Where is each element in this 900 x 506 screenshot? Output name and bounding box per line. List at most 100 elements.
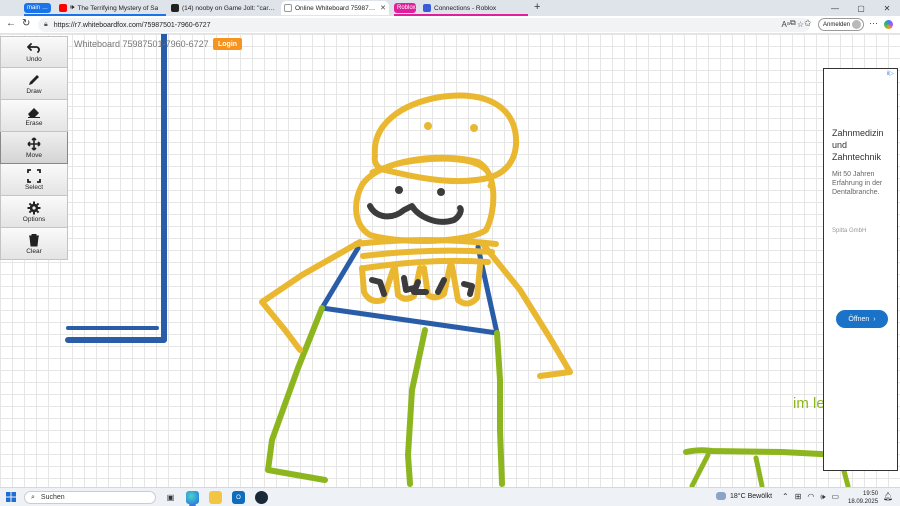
clear-button[interactable]: Clear (0, 228, 68, 260)
right-eye-dot (437, 188, 445, 196)
taskbar-search[interactable]: ⌕ Suchen (24, 491, 156, 504)
tab-youtube[interactable]: 🕪 The Terrifying Mystery of Sa (56, 1, 166, 15)
tab-label: (14) nooby on Game Jolt: "carele (182, 4, 275, 12)
task-view-icon[interactable]: ▣ (164, 491, 177, 504)
right-leg-stroke (494, 330, 505, 487)
clock-date: 18.09.2025 (848, 499, 879, 505)
close-tab-icon[interactable]: ✕ (377, 4, 386, 12)
chevron-right-icon: › (873, 315, 876, 323)
canvas-text: im le (793, 395, 825, 412)
outlook-icon[interactable]: O (232, 491, 245, 504)
ad-choices-icon[interactable]: ⅱ▷ (887, 70, 894, 77)
maximize-icon[interactable]: ▢ (848, 0, 874, 16)
tab-group-main[interactable]: main… (24, 3, 51, 13)
tool-panel: Undo Draw Erase Move Select Options Clea… (0, 36, 68, 260)
pencil-icon (29, 74, 39, 85)
windows-start-icon[interactable] (6, 492, 16, 502)
undo-button[interactable]: Undo (0, 36, 68, 68)
tab-group-label: Roblox (397, 5, 416, 11)
address-bar[interactable]: 🔒︎ https://r7.whiteboardfox.com/75987501… (38, 18, 810, 32)
tool-label: Erase (25, 119, 43, 127)
move-icon (27, 136, 41, 151)
tab-whiteboard[interactable]: Online Whiteboard 75987501-79 ✕ (281, 1, 389, 15)
gamejolt-icon (171, 4, 179, 12)
ad-banner[interactable]: ⅱ▷ Zahnmedizin und Zahntechnik Mit 50 Ja… (823, 68, 898, 471)
window-controls: — ▢ ✕ (822, 0, 900, 16)
right-arm-stroke (479, 240, 573, 379)
draw-button[interactable]: Draw (0, 68, 68, 100)
roblox-icon (423, 4, 431, 12)
minimize-icon[interactable]: — (822, 0, 848, 16)
search-label: Suchen (40, 494, 65, 501)
taskbar: ⌕ Suchen ▣ O 18°C Bewölkt ⌃ ⊞ ◠ 🕪 ▭ 19:5… (0, 487, 900, 506)
favorite-star-icon[interactable]: ☆ (797, 20, 804, 29)
tool-label: Draw (26, 87, 42, 95)
blue-frame-stroke (65, 34, 167, 343)
hat-dot-right (470, 124, 478, 132)
ad-body: Mit 50 Jahren Erfahrung in der Dentalbra… (832, 171, 883, 196)
mustache-stroke (367, 203, 464, 225)
notification-bell-icon[interactable]: 🔔︎ (883, 492, 893, 501)
back-arrow-icon[interactable]: ← (6, 18, 16, 29)
steam-icon[interactable] (255, 491, 268, 504)
tab-group-label: main (27, 5, 41, 11)
tab-label: The Terrifying Mystery of Sa (77, 4, 159, 12)
more-menu-icon[interactable]: ⋯ (869, 18, 878, 29)
left-eye-dot (395, 186, 403, 194)
reload-icon[interactable]: ↻ (22, 18, 30, 29)
file-explorer-icon[interactable] (209, 491, 222, 504)
wifi-icon[interactable]: ◠ (807, 492, 814, 502)
browser-tab-strip: main… 🕪 The Terrifying Mystery of Sa (14… (0, 0, 900, 16)
hat-dot-left (424, 122, 432, 130)
copilot-icon[interactable] (884, 20, 893, 29)
close-window-icon[interactable]: ✕ (874, 0, 900, 16)
ad-open-button[interactable]: Öffnen › (836, 310, 888, 328)
ad-title[interactable]: Zahnmedizin und Zahntechnik (832, 127, 896, 163)
whiteboard-canvas[interactable]: Whiteboard 75987501-7960-6727 Login im l… (0, 34, 900, 488)
read-aloud-icon[interactable]: Aᵃ (782, 20, 790, 29)
login-button[interactable]: Login (213, 38, 243, 50)
search-icon: ⌕ (31, 493, 35, 501)
battery-icon[interactable]: ▭ (831, 492, 839, 502)
tab-gamejolt[interactable]: (14) nooby on Game Jolt: "carele (168, 1, 278, 15)
ad-brand: Spitta GmbH (832, 228, 867, 234)
clock[interactable]: 19:50 18.09.2025 (848, 490, 878, 506)
weather-widget[interactable]: 18°C Bewölkt (716, 492, 772, 500)
select-icon (27, 168, 41, 183)
head-stroke (353, 154, 497, 245)
split-screen-icon[interactable]: ⧉ (790, 18, 796, 28)
tool-label: Move (26, 151, 42, 159)
left-leg-stroke (265, 305, 328, 483)
erase-button[interactable]: Erase (0, 100, 68, 132)
tab-group-roblox[interactable]: Roblox (394, 3, 416, 13)
signin-button[interactable]: Anmelden (818, 18, 864, 31)
speaker-icon[interactable]: 🕪 (70, 4, 74, 12)
avatar (852, 20, 861, 29)
tab-label: Connections - Roblox (434, 4, 497, 12)
gear-icon (27, 201, 41, 214)
url-text[interactable]: https://r7.whiteboardfox.com/75987501-79… (54, 22, 211, 29)
cloud-icon (716, 492, 726, 500)
options-button[interactable]: Options (0, 196, 68, 228)
volume-icon[interactable]: 🕪 (820, 492, 825, 502)
network-icon[interactable]: ⊞ (795, 492, 802, 502)
trash-icon (29, 233, 39, 246)
edge-browser-icon[interactable] (186, 491, 199, 506)
system-tray: ⌃ ⊞ ◠ 🕪 ▭ (782, 492, 839, 502)
whiteboard-icon (284, 4, 292, 12)
whiteboard-title: Whiteboard 75987501-7960-6727 (74, 39, 209, 49)
move-button[interactable]: Move (0, 132, 68, 164)
tab-roblox-connections[interactable]: Connections - Roblox (420, 1, 528, 15)
clock-time: 19:50 (863, 491, 879, 497)
tool-label: Select (24, 183, 44, 191)
lock-icon[interactable]: 🔒︎ (44, 21, 48, 29)
signin-label: Anmelden (823, 21, 851, 28)
eraser-icon (28, 107, 40, 118)
tab-label: Online Whiteboard 75987501-79 (295, 4, 377, 12)
youtube-icon (59, 4, 67, 12)
chevron-up-icon[interactable]: ⌃ (782, 492, 789, 502)
new-tab-icon[interactable]: + (534, 1, 540, 13)
select-button[interactable]: Select (0, 164, 68, 196)
drawing-layer (65, 34, 851, 488)
favorites-icon[interactable]: ✩ (804, 18, 812, 29)
